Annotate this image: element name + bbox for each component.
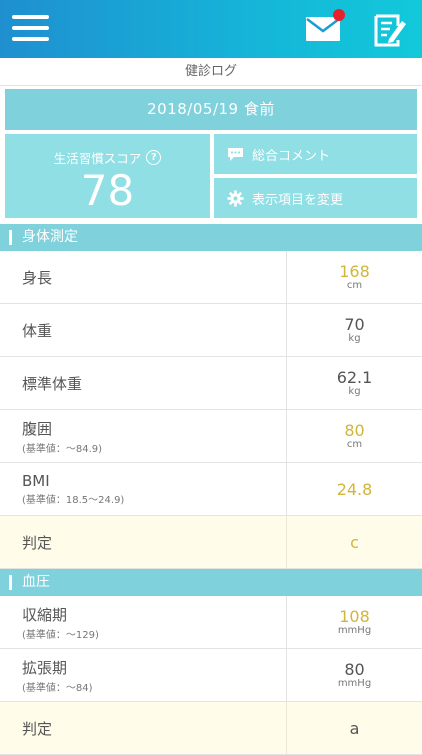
table-row[interactable]: BMI (基準値：18.5〜24.9) 24.8 — [0, 463, 422, 516]
judgement-row[interactable]: 判定 c — [0, 516, 422, 569]
row-label: BMI — [22, 472, 50, 490]
speech-bubble-icon — [228, 147, 243, 161]
overall-comment-button[interactable]: 総合コメント — [214, 134, 417, 174]
score-label: 生活習慣スコア — [53, 151, 142, 166]
row-label: 判定 — [22, 719, 53, 738]
gear-icon — [227, 189, 244, 207]
row-unit: mmHg — [337, 625, 372, 636]
top-bar — [0, 0, 422, 58]
lifestyle-score-card[interactable]: 生活習慣スコア ? 78 — [5, 134, 210, 218]
row-label: 収縮期 — [22, 605, 68, 624]
table-row[interactable]: 収縮期 (基準値：〜129) 108 mmHg — [0, 596, 422, 649]
row-value: 168 — [339, 262, 370, 281]
help-icon[interactable]: ? — [146, 150, 162, 165]
row-label: 標準体重 — [22, 374, 83, 393]
table-row[interactable]: 標準体重 62.1 kg — [0, 357, 422, 410]
score-value: 78 — [80, 166, 135, 215]
row-unit: cm — [346, 280, 363, 291]
reference-range: (基準値：〜84) — [22, 682, 93, 694]
row-value: 108 — [339, 607, 370, 626]
row-value: 80 — [344, 421, 365, 440]
edit-note-icon[interactable] — [372, 12, 408, 48]
row-label: 体重 — [22, 321, 53, 340]
judgement-value: a — [349, 718, 360, 738]
menu-icon[interactable] — [12, 15, 49, 41]
section-header-body: 身体測定 — [0, 224, 422, 251]
table-row[interactable]: 腹囲 (基準値：〜84.9) 80 cm — [0, 410, 422, 463]
table-row[interactable]: 身長 168 cm — [0, 251, 422, 304]
change-items-button[interactable]: 表示項目を変更 — [214, 178, 417, 218]
row-unit: kg — [348, 333, 361, 344]
judgement-value: c — [350, 532, 359, 552]
summary-panel: 2018/05/19 食前 生活習慣スコア ? 78 総合コメント 表示項目を変… — [5, 89, 417, 218]
row-value: 70 — [344, 315, 365, 334]
overall-comment-label: 総合コメント — [252, 148, 331, 164]
reference-range: (基準値：〜84.9) — [22, 443, 103, 455]
notification-dot — [333, 9, 345, 21]
reference-range: (基準値：18.5〜24.9) — [22, 495, 125, 506]
judgement-row[interactable]: 判定 a — [0, 702, 422, 755]
row-value: 80 — [344, 660, 365, 679]
row-unit: kg — [348, 386, 361, 397]
change-items-label: 表示項目を変更 — [252, 192, 344, 208]
table-row[interactable]: 拡張期 (基準値：〜84) 80 mmHg — [0, 649, 422, 702]
row-label: 判定 — [22, 533, 53, 552]
row-label: 身長 — [22, 268, 53, 287]
table-row[interactable]: 体重 70 kg — [0, 304, 422, 357]
section-header-blood-pressure: 血圧 — [0, 569, 422, 596]
row-label: 拡張期 — [22, 658, 68, 677]
results-list: 身体測定 身長 168 cm 体重 70 kg 標準体重 62.1 kg 腹囲 … — [0, 224, 422, 755]
row-label: 腹囲 — [22, 419, 53, 438]
row-value: 24.8 — [336, 479, 373, 499]
row-value: 62.1 — [336, 368, 373, 387]
date-bar[interactable]: 2018/05/19 食前 — [5, 89, 417, 130]
reference-range: (基準値：〜129) — [22, 629, 99, 641]
row-unit: mmHg — [337, 678, 372, 689]
row-unit: cm — [346, 439, 363, 450]
page-title: 健診ログ — [0, 58, 422, 86]
